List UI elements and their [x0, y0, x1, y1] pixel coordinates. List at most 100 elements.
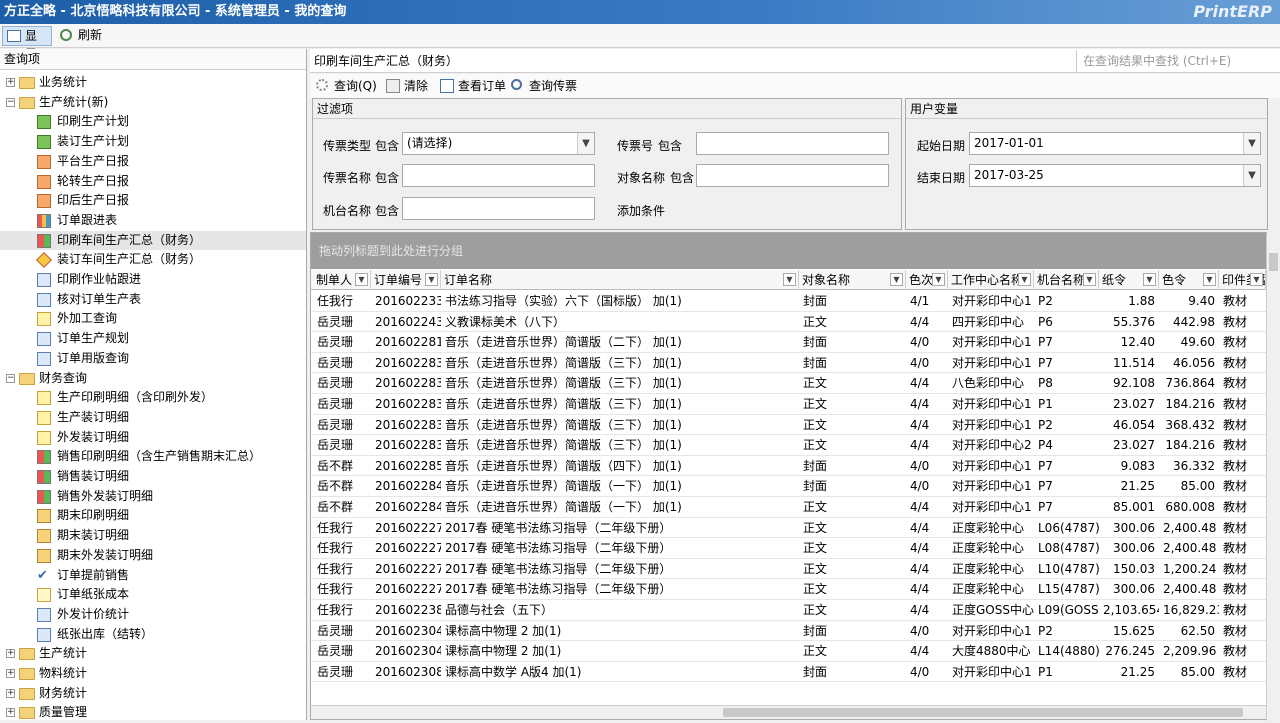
tree-folder[interactable]: + 生产统计 — [0, 644, 306, 664]
column-header[interactable]: 色次 ▼ — [906, 270, 948, 290]
filter-dropdown-icon[interactable]: ▼ — [932, 273, 945, 286]
ticket-type-op[interactable]: 包含 — [375, 137, 399, 154]
tree-item[interactable]: 期末装订明细 — [0, 526, 306, 546]
table-row[interactable]: 岳灵珊 201602243S 义教课标美术（八下） 正文 4/4 四开彩印中心 P6 55.3… — [311, 312, 1266, 333]
tree-item[interactable]: 印刷车间生产汇总（财务） — [0, 230, 306, 251]
column-header[interactable]: 制单人 ▼ — [313, 270, 371, 290]
tree-item[interactable]: 销售印刷明细（含生产销售期末汇总） — [0, 447, 306, 467]
chevron-down-icon[interactable]: ▼ — [1243, 133, 1260, 154]
tree-item[interactable]: 销售外发装订明细 — [0, 487, 306, 507]
object-name-input[interactable] — [696, 164, 889, 187]
table-row[interactable]: 岳不群 201602284S 音乐（走进音乐世界）简谱版（一下） 加(1) 正文 4/4… — [311, 497, 1266, 518]
filter-dropdown-icon[interactable]: ▼ — [783, 273, 796, 286]
vertical-scrollbar[interactable] — [1266, 233, 1280, 721]
tree-item[interactable]: 订单生产规划 — [0, 329, 306, 349]
filter-dropdown-icon[interactable]: ▼ — [425, 273, 438, 286]
result-search-input[interactable]: 在查询结果中查找 (Ctrl+E) — [1076, 50, 1280, 72]
filter-dropdown-icon[interactable]: ▼ — [1203, 273, 1216, 286]
column-header[interactable]: 色令 ▼ — [1159, 270, 1219, 290]
tree-item[interactable]: ✔ 订单提前销售 — [0, 566, 306, 586]
query-ticket-button[interactable]: 查询传票 — [509, 77, 577, 95]
filter-dropdown-icon[interactable]: ▼ — [890, 273, 903, 286]
tree-folder[interactable]: + 质量管理 — [0, 703, 306, 723]
expand-icon[interactable]: + — [6, 649, 15, 659]
tree-item[interactable]: 印后生产日报 — [0, 191, 306, 211]
table-row[interactable]: 岳不群 201602284S 音乐（走进音乐世界）简谱版（一下） 加(1) 封面 4/0… — [311, 476, 1266, 497]
collapse-icon[interactable]: − — [6, 373, 15, 383]
table-row[interactable]: 岳灵珊 201602283S 音乐（走进音乐世界）简谱版（三下） 加(1) 正文 4/4… — [311, 373, 1266, 394]
table-row[interactable]: 任我行 201602227S 2017春 硬笔书法练习指导（二年级下册） 正文 4/4 正… — [311, 538, 1266, 559]
scroll-thumb[interactable] — [1269, 253, 1278, 271]
expand-icon[interactable]: + — [6, 669, 15, 678]
column-header[interactable]: 对象名称 ▼ — [799, 270, 906, 290]
tree-item[interactable]: 印刷作业帖跟进 — [0, 270, 306, 290]
tree-item[interactable]: 外发装订明细 — [0, 428, 306, 448]
ticket-name-input[interactable] — [402, 164, 595, 187]
tree-folder[interactable]: + 财务统计 — [0, 684, 306, 704]
machine-name-input[interactable] — [402, 197, 595, 220]
object-name-op[interactable]: 包含 — [670, 169, 694, 186]
filter-dropdown-icon[interactable]: ▼ — [1083, 273, 1096, 286]
table-row[interactable]: 任我行 201602227S 2017春 硬笔书法练习指导（二年级下册） 正文 4/4 正… — [311, 518, 1266, 539]
clear-button[interactable]: 清除 — [384, 77, 428, 95]
table-row[interactable]: 任我行 201602227S 2017春 硬笔书法练习指导（二年级下册） 正文 4/4 正… — [311, 579, 1266, 600]
column-header[interactable]: 纸令 ▼ — [1099, 270, 1159, 290]
expand-icon[interactable]: + — [6, 688, 15, 698]
tree-folder[interactable]: − 生产统计(新) — [0, 93, 306, 113]
filter-dropdown-icon[interactable]: ▼ — [355, 273, 368, 286]
start-date-input[interactable]: 2017-01-01 ▼ — [969, 132, 1261, 155]
query-button[interactable]: 查询(Q) — [314, 77, 377, 95]
table-row[interactable]: 任我行 201602233S 书法练习指导（实验）六下（国标版） 加(1) 封面 4/1… — [311, 291, 1266, 312]
ticket-name-op[interactable]: 包含 — [375, 169, 399, 186]
expand-icon[interactable]: + — [6, 78, 15, 87]
tree-item[interactable]: 生产印刷明细（含印刷外发） — [0, 388, 306, 408]
collapse-icon[interactable]: − — [6, 97, 15, 107]
tree-item[interactable]: 印刷生产计划 — [0, 112, 306, 132]
table-row[interactable]: 岳灵珊 201602304S 课标高中物理 2 加(1) 封面 4/0 对开彩印中心1 P2… — [311, 621, 1266, 642]
ticket-no-op[interactable]: 包含 — [658, 137, 682, 154]
end-date-input[interactable]: 2017-03-25 ▼ — [969, 164, 1261, 187]
tree-item[interactable]: 订单跟进表 — [0, 211, 306, 231]
column-header[interactable]: 订单编号 ▼ — [371, 270, 441, 290]
tree-folder[interactable]: + 物料统计 — [0, 664, 306, 684]
tree-item[interactable]: 纸张出库（结转） — [0, 625, 306, 645]
tree-item[interactable]: 装订车间生产汇总（财务） — [0, 250, 306, 270]
group-by-area[interactable]: 拖动列标题到此处进行分组 — [311, 233, 1266, 269]
table-row[interactable]: 岳灵珊 201602283S 音乐（走进音乐世界）简谱版（三下） 加(1) 封面 4/0… — [311, 353, 1266, 374]
tree-item[interactable]: 订单纸张成本 — [0, 585, 306, 605]
filter-dropdown-icon[interactable]: ▼ — [1018, 273, 1031, 286]
chevron-down-icon[interactable]: ▼ — [577, 133, 594, 154]
table-row[interactable]: 岳灵珊 201602283S 音乐（走进音乐世界）简谱版（三下） 加(1) 正文 4/4… — [311, 394, 1266, 415]
column-header[interactable]: 机台名称 ▼ — [1034, 270, 1099, 290]
tree-folder[interactable]: − 财务查询 — [0, 369, 306, 389]
machine-name-op[interactable]: 包含 — [375, 202, 399, 219]
column-header[interactable]: 工作中心名称 ▼ — [948, 270, 1034, 290]
table-row[interactable]: 岳不群 201602285S 音乐（走进音乐世界）简谱版（四下） 加(1) 封面 4/0… — [311, 456, 1266, 477]
tree-item[interactable]: 外加工查询 — [0, 309, 306, 329]
tree-item[interactable]: 生产装订明细 — [0, 408, 306, 428]
table-row[interactable]: 任我行 201602227S 2017春 硬笔书法练习指导（二年级下册） 正文 4/4 正… — [311, 559, 1266, 580]
tree-item[interactable]: 平台生产日报 — [0, 152, 306, 172]
table-row[interactable]: 岳灵珊 201602283S 音乐（走进音乐世界）简谱版（三下） 加(1) 正文 4/4… — [311, 415, 1266, 436]
tree-item[interactable]: 期末印刷明细 — [0, 506, 306, 526]
table-row[interactable]: 岳灵珊 201602304S 课标高中物理 2 加(1) 正文 4/4 大度4880中心 L… — [311, 641, 1266, 662]
scroll-thumb[interactable] — [723, 708, 1243, 717]
view-order-button[interactable]: 查看订单 — [438, 77, 506, 95]
filter-dropdown-icon[interactable]: ▼ — [1143, 273, 1156, 286]
tree-item[interactable]: 销售装订明细 — [0, 467, 306, 487]
tree-item[interactable]: 装订生产计划 — [0, 132, 306, 152]
tree-item[interactable]: 期末外发装订明细 — [0, 546, 306, 566]
tree-item[interactable]: 核对订单生产表 — [0, 290, 306, 310]
ticket-type-select[interactable]: (请选择) ▼ — [402, 132, 595, 155]
ticket-no-input[interactable] — [696, 132, 889, 155]
refresh-button[interactable]: 刷新 — [56, 26, 106, 46]
tree-folder[interactable]: + 业务统计 — [0, 73, 306, 93]
table-row[interactable]: 岳灵珊 201602283S 音乐（走进音乐世界）简谱版（三下） 加(1) 正文 4/4… — [311, 435, 1266, 456]
column-header[interactable]: 订单名称 ▼ — [441, 270, 799, 290]
tree-item[interactable]: 轮转生产日报 — [0, 172, 306, 192]
table-row[interactable]: 岳灵珊 201602308S 课标高中数学 A版4 加(1) 封面 4/0 对开彩印中心1… — [311, 662, 1266, 683]
horizontal-scrollbar[interactable] — [311, 705, 1266, 719]
table-row[interactable]: 岳灵珊 201602281S 音乐（走进音乐世界）简谱版（二下） 加(1) 封面 4/0… — [311, 332, 1266, 353]
add-condition-link[interactable]: 添加条件 — [617, 202, 665, 219]
table-row[interactable]: 任我行 201602238S 品德与社会（五下） 正文 4/4 正度GOSS中心 L09(G… — [311, 600, 1266, 621]
